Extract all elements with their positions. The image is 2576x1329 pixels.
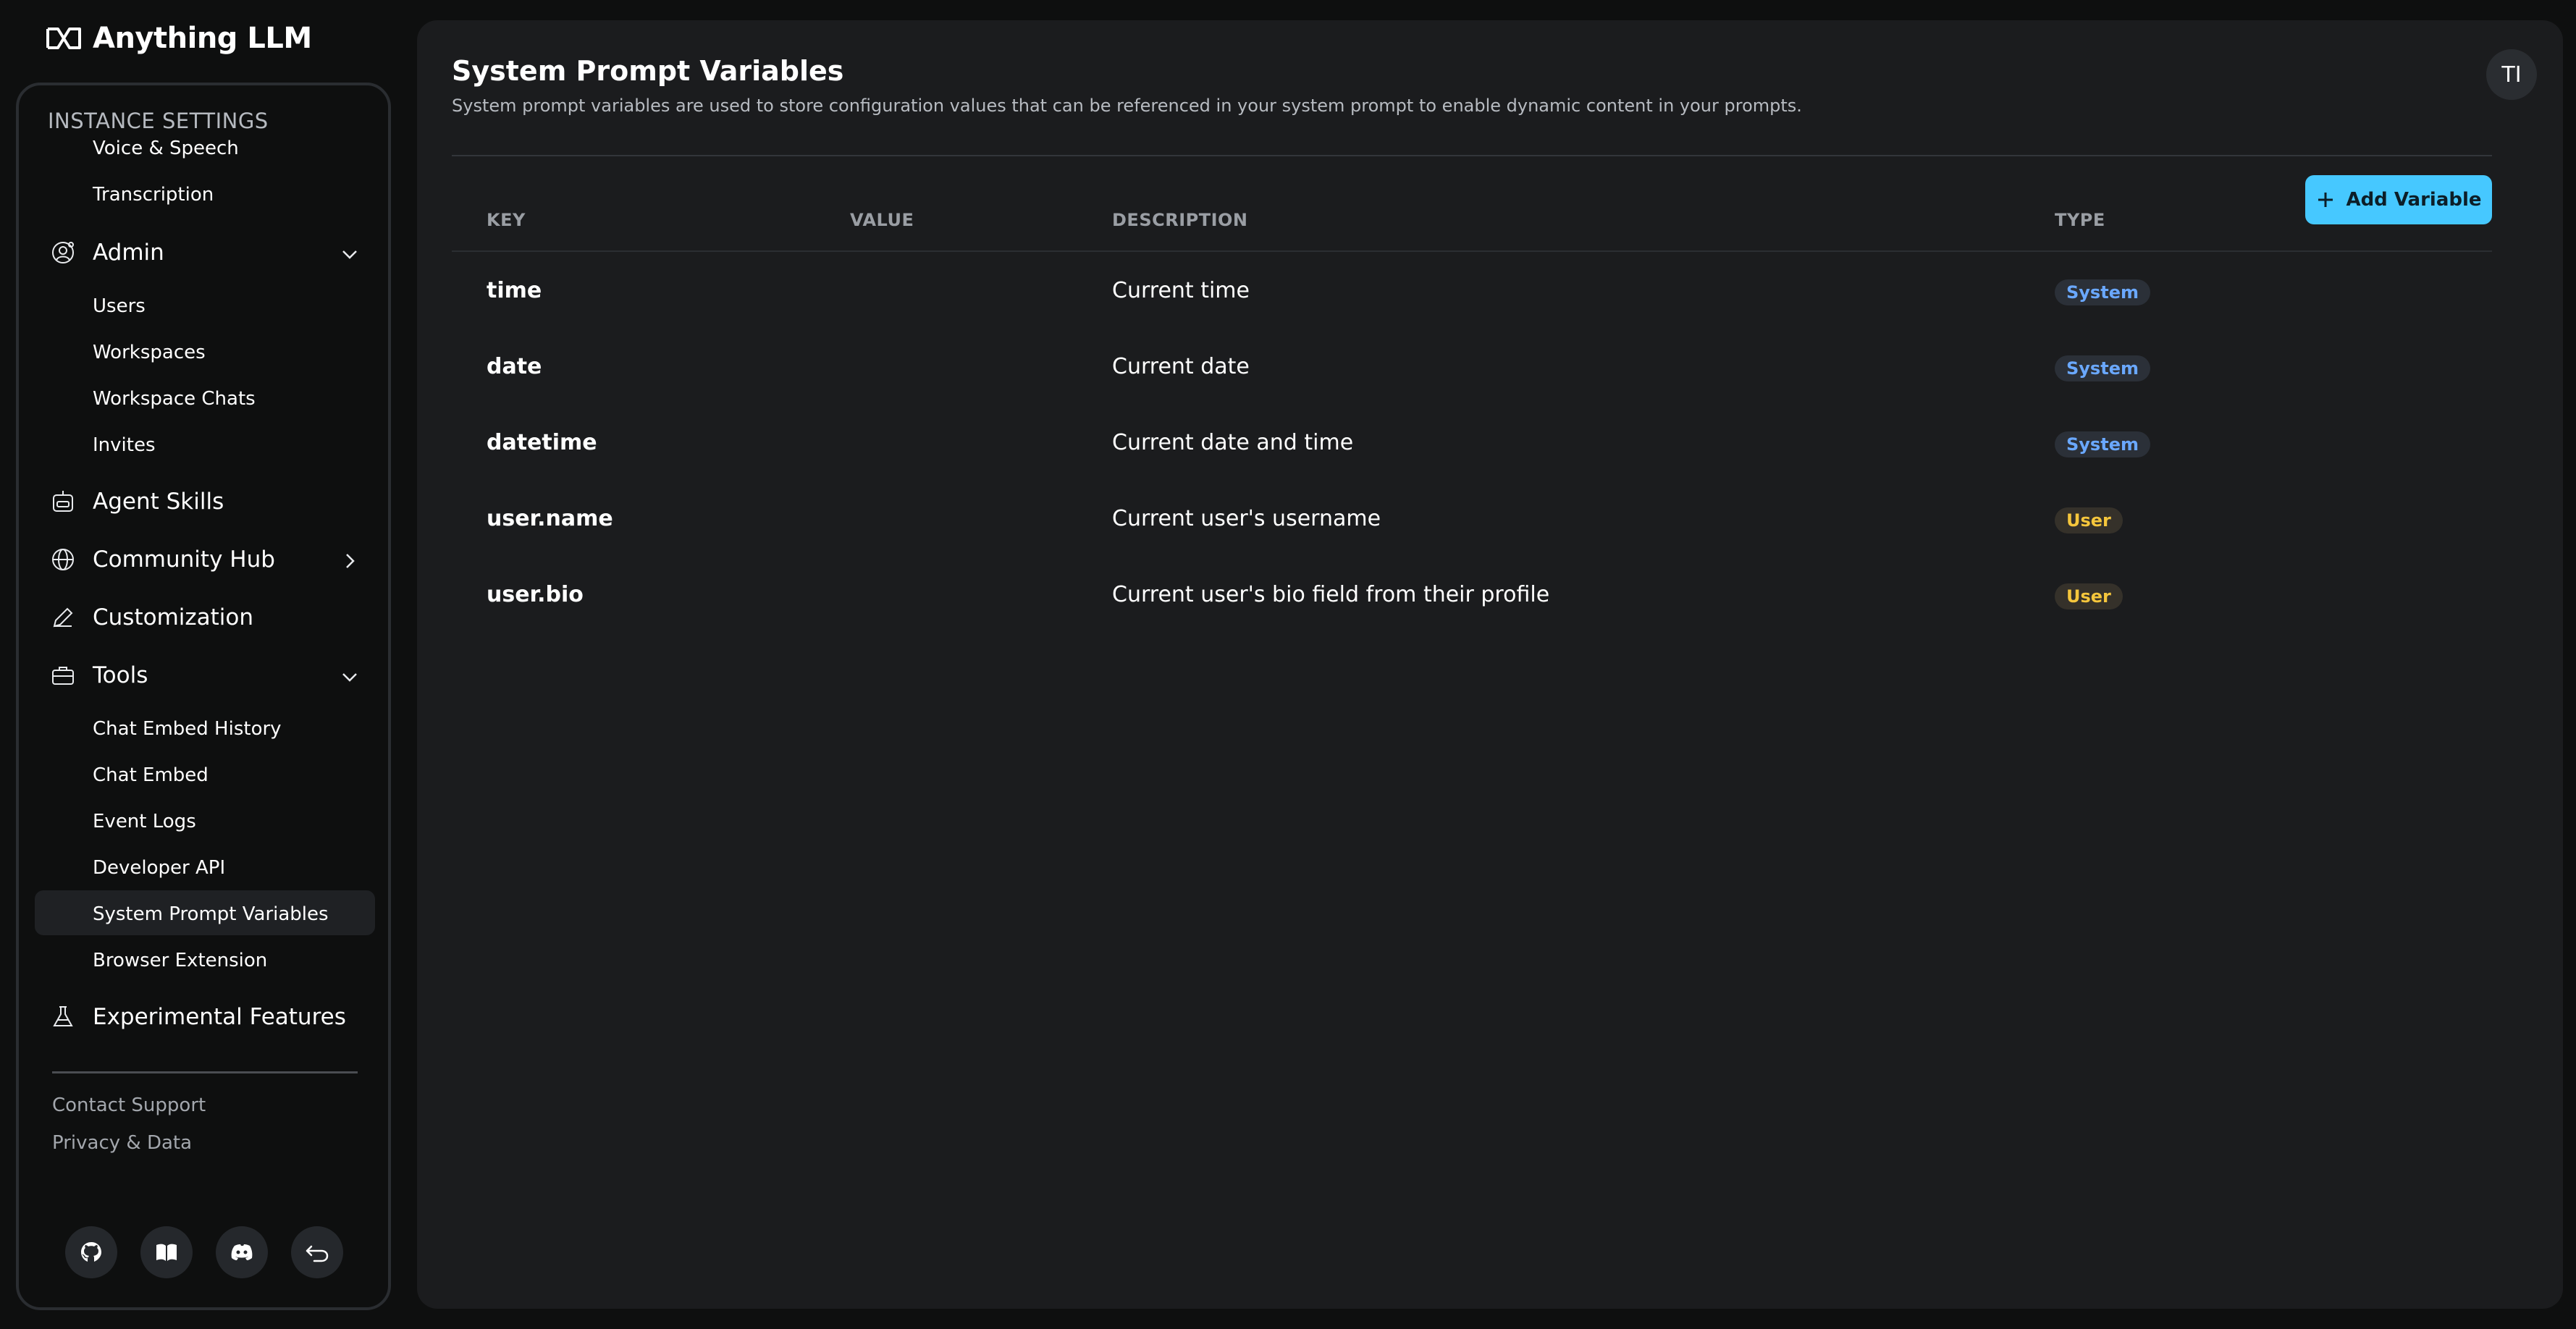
- logo-icon: [46, 28, 81, 49]
- cell-key: user.name: [487, 506, 613, 531]
- sidebar-item-voice-speech[interactable]: Voice & Speech: [93, 138, 239, 159]
- back-icon: [306, 1245, 329, 1262]
- docs-button[interactable]: [140, 1226, 193, 1278]
- column-header-type: TYPE: [2055, 210, 2105, 230]
- cell-key: datetime: [487, 430, 597, 455]
- type-badge: System: [2055, 431, 2150, 457]
- type-badge: User: [2055, 583, 2123, 609]
- page-title: System Prompt Variables: [452, 55, 844, 87]
- discord-button[interactable]: [216, 1226, 268, 1278]
- cell-key: time: [487, 278, 542, 303]
- sidebar-heading: INSTANCE SETTINGS: [48, 109, 269, 133]
- chevron-right-icon[interactable]: [337, 549, 362, 573]
- sidebar-footer-icons: [65, 1226, 343, 1278]
- sidebar-item-label: Community Hub: [93, 547, 275, 573]
- sidebar-item-developer-api[interactable]: Developer API: [93, 857, 225, 879]
- cell-description: Current user's bio field from their prof…: [1112, 582, 1550, 607]
- cell-key: user.bio: [487, 582, 584, 607]
- github-icon: [81, 1242, 101, 1262]
- plus-icon: [2318, 193, 2333, 207]
- sidebar-divider: [52, 1071, 358, 1073]
- chevron-down-icon[interactable]: [337, 242, 362, 266]
- header-divider: [452, 155, 2492, 156]
- sidebar-item-tools[interactable]: Tools: [49, 662, 148, 689]
- avatar[interactable]: TI: [2486, 49, 2537, 100]
- sidebar-item-community-hub[interactable]: Community Hub: [49, 546, 275, 573]
- sidebar-item-chat-embed[interactable]: Chat Embed: [93, 764, 209, 786]
- flask-icon: [49, 1003, 77, 1031]
- table-row[interactable]: user.bio Current user's bio field from th…: [417, 556, 2563, 632]
- back-button[interactable]: [291, 1226, 343, 1278]
- discord-icon: [231, 1244, 253, 1260]
- type-badge: System: [2055, 355, 2150, 381]
- type-badge: System: [2055, 279, 2150, 305]
- type-badge: User: [2055, 507, 2123, 533]
- briefcase-icon: [49, 662, 77, 689]
- column-header-description: DESCRIPTION: [1112, 210, 1248, 230]
- sidebar-item-label: Agent Skills: [93, 489, 224, 515]
- sidebar-item-invites[interactable]: Invites: [93, 434, 156, 456]
- cell-key: date: [487, 354, 542, 379]
- sidebar-item-workspace-chats[interactable]: Workspace Chats: [93, 388, 256, 410]
- main-panel: System Prompt Variables System prompt va…: [417, 20, 2563, 1309]
- cell-description: Current date and time: [1112, 430, 1354, 455]
- sidebar-item-label: Customization: [93, 604, 254, 630]
- cell-description: Current date: [1112, 354, 1250, 379]
- book-icon: [156, 1244, 177, 1261]
- add-variable-button[interactable]: Add Variable: [2305, 175, 2492, 224]
- pencil-icon: [49, 604, 77, 631]
- table-row[interactable]: date Current date System: [417, 328, 2563, 404]
- table-row[interactable]: user.name Current user's username User: [417, 480, 2563, 556]
- cell-description: Current time: [1112, 278, 1250, 303]
- sidebar-item-users[interactable]: Users: [93, 295, 146, 317]
- sidebar-item-admin[interactable]: Admin: [49, 239, 164, 266]
- column-header-value: VALUE: [850, 210, 914, 230]
- contact-support-link[interactable]: Contact Support: [52, 1094, 206, 1116]
- sidebar-item-system-prompt-variables[interactable]: System Prompt Variables: [93, 903, 329, 925]
- globe-icon: [49, 546, 77, 573]
- sidebar-item-chat-embed-history[interactable]: Chat Embed History: [93, 718, 282, 740]
- cell-description: Current user's username: [1112, 506, 1381, 531]
- column-header-key: KEY: [487, 210, 526, 230]
- page-description: System prompt variables are used to stor…: [452, 96, 1802, 116]
- sidebar-item-label: Experimental Features: [93, 1004, 346, 1030]
- sidebar-item-browser-extension[interactable]: Browser Extension: [93, 950, 267, 971]
- table-row[interactable]: time Current time System: [417, 252, 2563, 328]
- robot-icon: [49, 488, 77, 515]
- app-logo[interactable]: Anything LLM: [45, 22, 312, 55]
- sidebar-item-event-logs[interactable]: Event Logs: [93, 811, 196, 832]
- sidebar: INSTANCE SETTINGS Voice & Speech Transcr…: [16, 83, 391, 1310]
- sidebar-item-customization[interactable]: Customization: [49, 604, 253, 631]
- github-button[interactable]: [65, 1226, 117, 1278]
- sidebar-item-transcription[interactable]: Transcription: [93, 184, 214, 206]
- user-gear-icon: [49, 239, 77, 266]
- sidebar-item-label: Admin: [93, 240, 164, 266]
- add-variable-label: Add Variable: [2346, 189, 2482, 211]
- sidebar-item-workspaces[interactable]: Workspaces: [93, 342, 206, 363]
- privacy-data-link[interactable]: Privacy & Data: [52, 1132, 192, 1154]
- app-root: Anything LLM INSTANCE SETTINGS Voice & S…: [0, 0, 2576, 1329]
- sidebar-item-agent-skills[interactable]: Agent Skills: [49, 488, 224, 515]
- table-row[interactable]: datetime Current date and time System: [417, 404, 2563, 480]
- sidebar-item-label: Tools: [93, 662, 148, 688]
- sidebar-item-experimental-features[interactable]: Experimental Features: [49, 1003, 346, 1031]
- app-name: Anything LLM: [93, 22, 312, 55]
- chevron-down-icon[interactable]: [337, 664, 362, 689]
